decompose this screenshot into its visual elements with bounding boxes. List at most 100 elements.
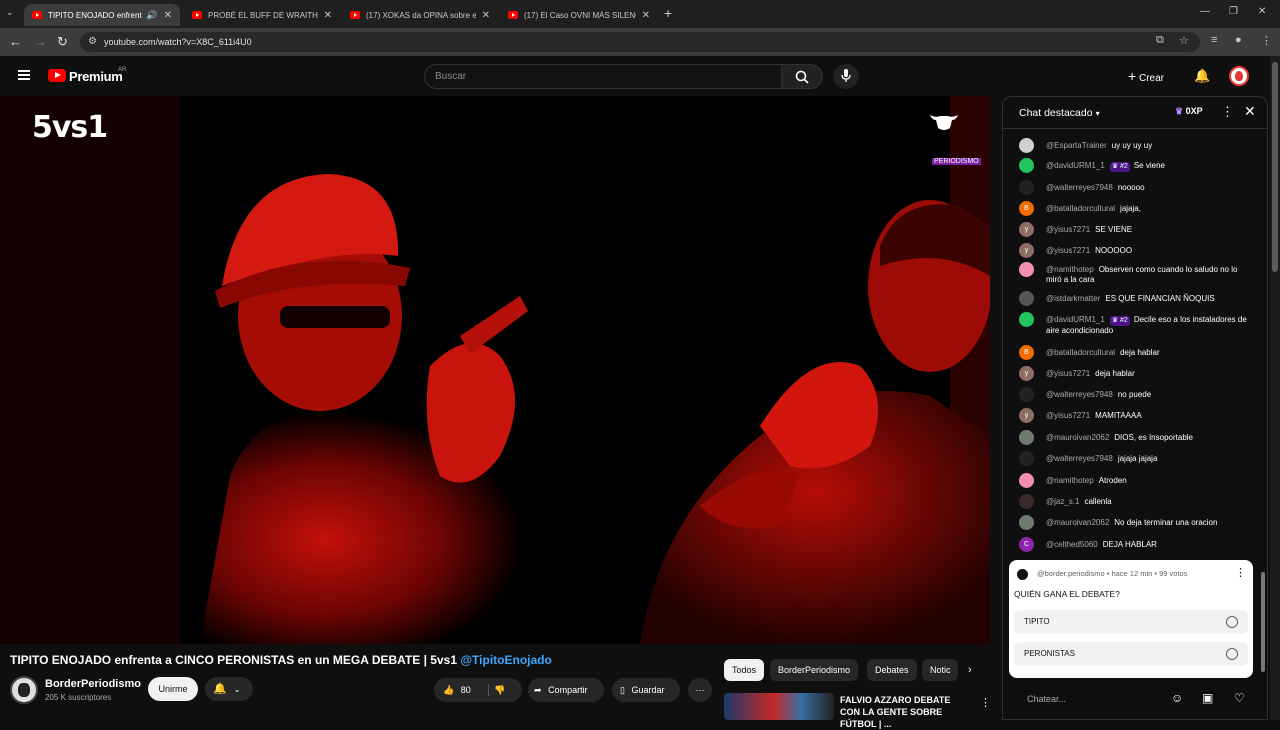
- chip-all[interactable]: Todos: [724, 659, 765, 681]
- page-scrollbar[interactable]: [1270, 56, 1280, 720]
- chat-avatar[interactable]: B: [1019, 345, 1034, 360]
- chat-avatar[interactable]: [1019, 387, 1034, 402]
- chat-author[interactable]: @yisus7271: [1046, 411, 1090, 420]
- install-app-icon[interactable]: ⧉: [1156, 34, 1164, 47]
- search-button[interactable]: [781, 64, 823, 89]
- chat-avatar[interactable]: [1019, 430, 1034, 445]
- chat-options-icon[interactable]: ⋮: [1221, 104, 1234, 120]
- video-player[interactable]: 5vs1 PERIODISMO: [0, 96, 990, 644]
- search-input[interactable]: Buscar: [424, 64, 782, 89]
- chat-author[interactable]: @walterreyes7948: [1046, 390, 1113, 399]
- save-button[interactable]: ▯ Guardar: [612, 678, 680, 702]
- subscribe-bell-button[interactable]: 🔔 ⌄: [205, 677, 253, 701]
- chip-channel[interactable]: BorderPeriodismo: [770, 659, 859, 681]
- chat-avatar[interactable]: [1019, 473, 1034, 488]
- menu-icon[interactable]: [18, 70, 30, 80]
- share-button[interactable]: ➦ Compartir: [528, 678, 604, 702]
- chat-author[interactable]: @davidURM1_1: [1046, 161, 1105, 170]
- chat-author[interactable]: @mauroivan2062: [1046, 518, 1109, 527]
- new-tab-icon[interactable]: +: [664, 5, 672, 21]
- tab-search-icon[interactable]: ⌄: [6, 7, 14, 18]
- voice-search-button[interactable]: [833, 64, 859, 89]
- tab-close-icon[interactable]: ✕: [482, 10, 490, 21]
- chevron-right-icon[interactable]: ›: [968, 664, 972, 676]
- poll-option[interactable]: PERONISTAS: [1014, 642, 1248, 666]
- chat-avatar[interactable]: B: [1019, 201, 1034, 216]
- channel-avatar[interactable]: [10, 676, 38, 704]
- chat-avatar[interactable]: [1019, 180, 1034, 195]
- chip-news[interactable]: Notic: [922, 659, 958, 681]
- chat-avatar[interactable]: [1019, 158, 1034, 173]
- like-button[interactable]: 👍 80: [443, 678, 471, 702]
- tab-close-icon[interactable]: ✕: [164, 10, 172, 21]
- chat-avatar[interactable]: [1019, 312, 1034, 327]
- chat-avatar[interactable]: y: [1019, 222, 1034, 237]
- chat-author[interactable]: @davidURM1_1: [1046, 315, 1105, 324]
- browser-tab[interactable]: PROBÉ EL BUFF DE WRAITH Y D ✕: [184, 4, 340, 26]
- mention-link[interactable]: @TipitoEnojado: [460, 653, 551, 667]
- forward-icon[interactable]: →: [34, 34, 47, 49]
- browser-tab[interactable]: TIPITO ENOJADO enfrenta a CINCO PERONIST…: [24, 4, 180, 26]
- poll-options-icon[interactable]: ⋮: [1235, 566, 1246, 579]
- super-chat-icon[interactable]: ▣: [1202, 691, 1213, 705]
- channel-name[interactable]: BorderPeriodismo: [45, 678, 141, 690]
- back-icon[interactable]: ←: [9, 34, 22, 49]
- heart-icon[interactable]: ♡: [1234, 691, 1245, 705]
- chat-avatar[interactable]: [1019, 451, 1034, 466]
- chat-mode-dropdown[interactable]: Chat destacado ▾: [1019, 107, 1100, 119]
- points-badge[interactable]: ♛ 0XP: [1175, 106, 1203, 117]
- chat-author[interactable]: @jaz_s.1: [1046, 497, 1079, 506]
- chat-avatar[interactable]: [1019, 494, 1034, 509]
- reload-icon[interactable]: ↻: [57, 34, 68, 50]
- chat-author[interactable]: @batalladorcultural: [1046, 348, 1115, 357]
- chat-input[interactable]: Chatear...: [1015, 688, 1165, 710]
- dislike-button[interactable]: 👎: [494, 678, 505, 702]
- bookmark-star-icon[interactable]: ☆: [1179, 34, 1189, 47]
- poll-option[interactable]: TIPITO: [1014, 610, 1248, 634]
- chat-author[interactable]: @yisus7271: [1046, 225, 1090, 234]
- restore-icon[interactable]: ❐: [1229, 6, 1238, 17]
- chat-author[interactable]: @batalladorcultural: [1046, 204, 1115, 213]
- window-close-icon[interactable]: ✕: [1258, 6, 1266, 17]
- minimize-icon[interactable]: —: [1200, 6, 1210, 17]
- chat-author[interactable]: @walterreyes7948: [1046, 454, 1113, 463]
- emoji-icon[interactable]: ☺: [1171, 691, 1183, 705]
- chat-avatar[interactable]: y: [1019, 366, 1034, 381]
- page-scroll-thumb[interactable]: [1272, 62, 1278, 272]
- chat-author[interactable]: @namithotep: [1046, 476, 1094, 485]
- url-field[interactable]: ⚙ youtube.com/watch?v=X8C_611i4U0: [80, 32, 1200, 52]
- chat-avatar[interactable]: [1019, 291, 1034, 306]
- chat-author[interactable]: @istdarkmatter: [1046, 294, 1100, 303]
- related-video-title[interactable]: FALVIO AZZARO DEBATE CON LA GENTE SOBRE …: [840, 694, 972, 730]
- site-info-icon[interactable]: ⚙: [88, 32, 97, 52]
- browser-menu-icon[interactable]: ⋮: [1261, 34, 1272, 47]
- chip-debates[interactable]: Debates: [867, 659, 917, 681]
- create-button[interactable]: + Crear: [1128, 68, 1164, 84]
- chat-author[interactable]: @namithotep: [1046, 265, 1094, 274]
- notifications-icon[interactable]: 🔔: [1194, 68, 1210, 84]
- browser-tab[interactable]: (17) El Caso OVNI MÁS SILENCI ✕: [500, 4, 658, 26]
- chat-avatar[interactable]: [1019, 138, 1034, 153]
- account-avatar[interactable]: [1229, 66, 1249, 86]
- tab-close-icon[interactable]: ✕: [324, 10, 332, 21]
- close-chat-icon[interactable]: ✕: [1244, 103, 1256, 120]
- chat-avatar[interactable]: C: [1019, 537, 1034, 552]
- chat-author[interactable]: @EspartaTrainer: [1046, 141, 1107, 150]
- more-actions-button[interactable]: ⋯: [688, 678, 712, 702]
- chat-author[interactable]: @mauroivan2062: [1046, 433, 1109, 442]
- chat-avatar[interactable]: y: [1019, 243, 1034, 258]
- join-button[interactable]: Unirme: [148, 677, 198, 701]
- chat-scrollbar[interactable]: [1261, 137, 1266, 707]
- chat-author[interactable]: @walterreyes7948: [1046, 183, 1113, 192]
- profile-icon[interactable]: ●: [1235, 34, 1242, 46]
- chat-author[interactable]: @yisus7271: [1046, 246, 1090, 255]
- chat-avatar[interactable]: [1019, 515, 1034, 530]
- youtube-logo-icon[interactable]: [48, 69, 66, 82]
- chat-author[interactable]: @celthed5060: [1046, 540, 1098, 549]
- related-video-thumbnail[interactable]: [724, 693, 834, 720]
- chat-avatar[interactable]: [1019, 262, 1034, 277]
- more-vertical-icon[interactable]: ⋮: [980, 696, 991, 709]
- chat-avatar[interactable]: y: [1019, 408, 1034, 423]
- speaker-icon[interactable]: 🔊: [146, 10, 157, 21]
- tab-close-icon[interactable]: ✕: [642, 10, 650, 21]
